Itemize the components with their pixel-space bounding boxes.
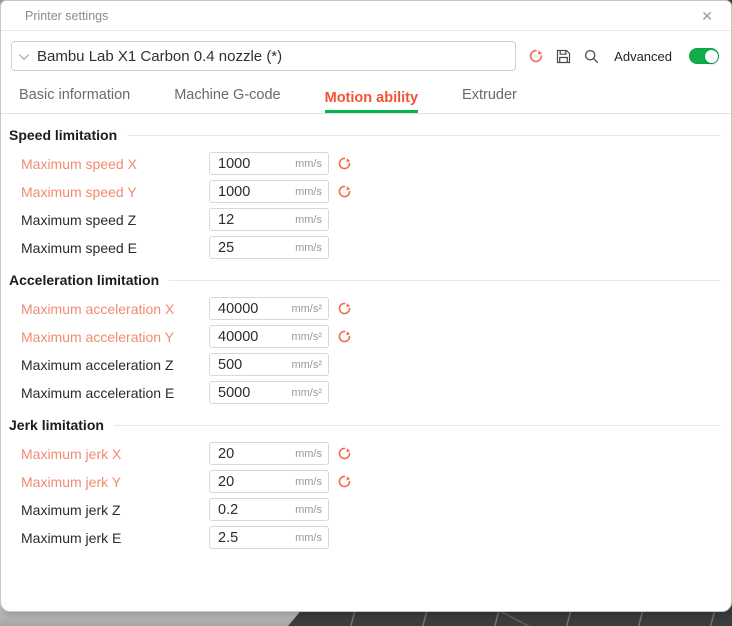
setting-field[interactable]: mm/s [209,180,329,203]
search-icon[interactable] [583,48,600,65]
setting-label: Maximum acceleration X [9,301,209,317]
setting-field[interactable]: mm/s [209,152,329,175]
undo-icon[interactable] [337,301,352,316]
printer-settings-dialog: Printer settings ✕ Bambu Lab X1 Carbon 0… [0,0,732,612]
max-accel-x-input[interactable] [210,301,291,317]
max-jerk-e-input[interactable] [210,530,295,546]
unit-label: mm/s [295,214,328,226]
setting-label: Maximum jerk X [9,446,209,462]
setting-row-max-jerk-e: Maximum jerk E mm/s [9,526,721,549]
setting-label: Maximum jerk Z [9,502,209,518]
unit-label: mm/s² [291,359,328,371]
setting-label: Maximum speed Z [9,212,209,228]
setting-row-max-speed-y: Maximum speed Y mm/s [9,180,721,203]
preset-row: Bambu Lab X1 Carbon 0.4 nozzle (*) [1,31,731,75]
unit-label: mm/s² [291,331,328,343]
max-jerk-y-input[interactable] [210,474,295,490]
title-bar: Printer settings ✕ [1,1,731,31]
settings-content: Speed limitation Maximum speed X mm/s Ma… [1,125,731,549]
unit-label: mm/s [295,186,328,198]
setting-field[interactable]: mm/s² [209,325,329,348]
max-jerk-x-input[interactable] [210,446,295,462]
max-speed-y-input[interactable] [210,184,295,200]
tab-extruder[interactable]: Extruder [462,87,517,113]
max-jerk-z-input[interactable] [210,502,295,518]
setting-field[interactable]: mm/s [209,236,329,259]
tab-machine-gcode[interactable]: Machine G-code [174,87,280,113]
max-accel-y-input[interactable] [210,329,291,345]
setting-row-max-jerk-z: Maximum jerk Z mm/s [9,498,721,521]
section-header-jerk: Jerk limitation [9,415,721,435]
reset-preset-undo-icon[interactable] [528,48,544,64]
setting-label: Maximum jerk Y [9,474,209,490]
setting-row-max-accel-z: Maximum acceleration Z mm/s² [9,353,721,376]
unit-label: mm/s [295,476,328,488]
setting-field[interactable]: mm/s [209,442,329,465]
undo-icon[interactable] [337,329,352,344]
setting-label: Maximum acceleration Z [9,357,209,373]
unit-label: mm/s² [291,303,328,315]
unit-label: mm/s² [291,387,328,399]
advanced-label: Advanced [614,49,672,64]
undo-icon[interactable] [337,446,352,461]
settings-tabs: Basic information Machine G-code Motion … [1,75,731,114]
setting-field[interactable]: mm/s [209,470,329,493]
advanced-toggle[interactable] [689,48,719,64]
setting-row-max-accel-x: Maximum acceleration X mm/s² [9,297,721,320]
toggle-knob [705,50,718,63]
section-header-acceleration: Acceleration limitation [9,270,721,290]
setting-field[interactable]: mm/s [209,208,329,231]
undo-icon[interactable] [337,184,352,199]
setting-row-max-jerk-y: Maximum jerk Y mm/s [9,470,721,493]
max-accel-z-input[interactable] [210,357,291,373]
tab-basic-information[interactable]: Basic information [19,87,130,113]
printer-preset-select[interactable]: Bambu Lab X1 Carbon 0.4 nozzle (*) [11,41,516,71]
undo-icon[interactable] [337,474,352,489]
setting-field[interactable]: mm/s [209,526,329,549]
setting-field[interactable]: mm/s² [209,381,329,404]
setting-label: Maximum speed E [9,240,209,256]
unit-label: mm/s [295,504,328,516]
close-icon[interactable]: ✕ [695,9,719,23]
setting-row-max-jerk-x: Maximum jerk X mm/s [9,442,721,465]
max-speed-e-input[interactable] [210,240,295,256]
unit-label: mm/s [295,532,328,544]
setting-row-max-speed-e: Maximum speed E mm/s [9,236,721,259]
max-speed-x-input[interactable] [210,156,295,172]
setting-field[interactable]: mm/s² [209,353,329,376]
setting-label: Maximum jerk E [9,530,209,546]
chevron-down-icon [19,50,29,60]
setting-row-max-accel-y: Maximum acceleration Y mm/s² [9,325,721,348]
setting-row-max-speed-z: Maximum speed Z mm/s [9,208,721,231]
unit-label: mm/s [295,448,328,460]
setting-row-max-accel-e: Maximum acceleration E mm/s² [9,381,721,404]
dialog-title: Printer settings [25,9,695,23]
section-header-speed: Speed limitation [9,125,721,145]
setting-row-max-speed-x: Maximum speed X mm/s [9,152,721,175]
unit-label: mm/s [295,158,328,170]
preset-actions: Advanced [528,48,719,65]
setting-field[interactable]: mm/s [209,498,329,521]
tab-motion-ability[interactable]: Motion ability [325,90,418,113]
max-accel-e-input[interactable] [210,385,291,401]
max-speed-z-input[interactable] [210,212,295,228]
setting-label: Maximum speed Y [9,184,209,200]
setting-label: Maximum speed X [9,156,209,172]
setting-label: Maximum acceleration E [9,385,209,401]
unit-label: mm/s [295,242,328,254]
save-icon[interactable] [555,48,572,65]
setting-label: Maximum acceleration Y [9,329,209,345]
setting-field[interactable]: mm/s² [209,297,329,320]
preset-selected-value: Bambu Lab X1 Carbon 0.4 nozzle (*) [37,48,282,65]
undo-icon[interactable] [337,156,352,171]
